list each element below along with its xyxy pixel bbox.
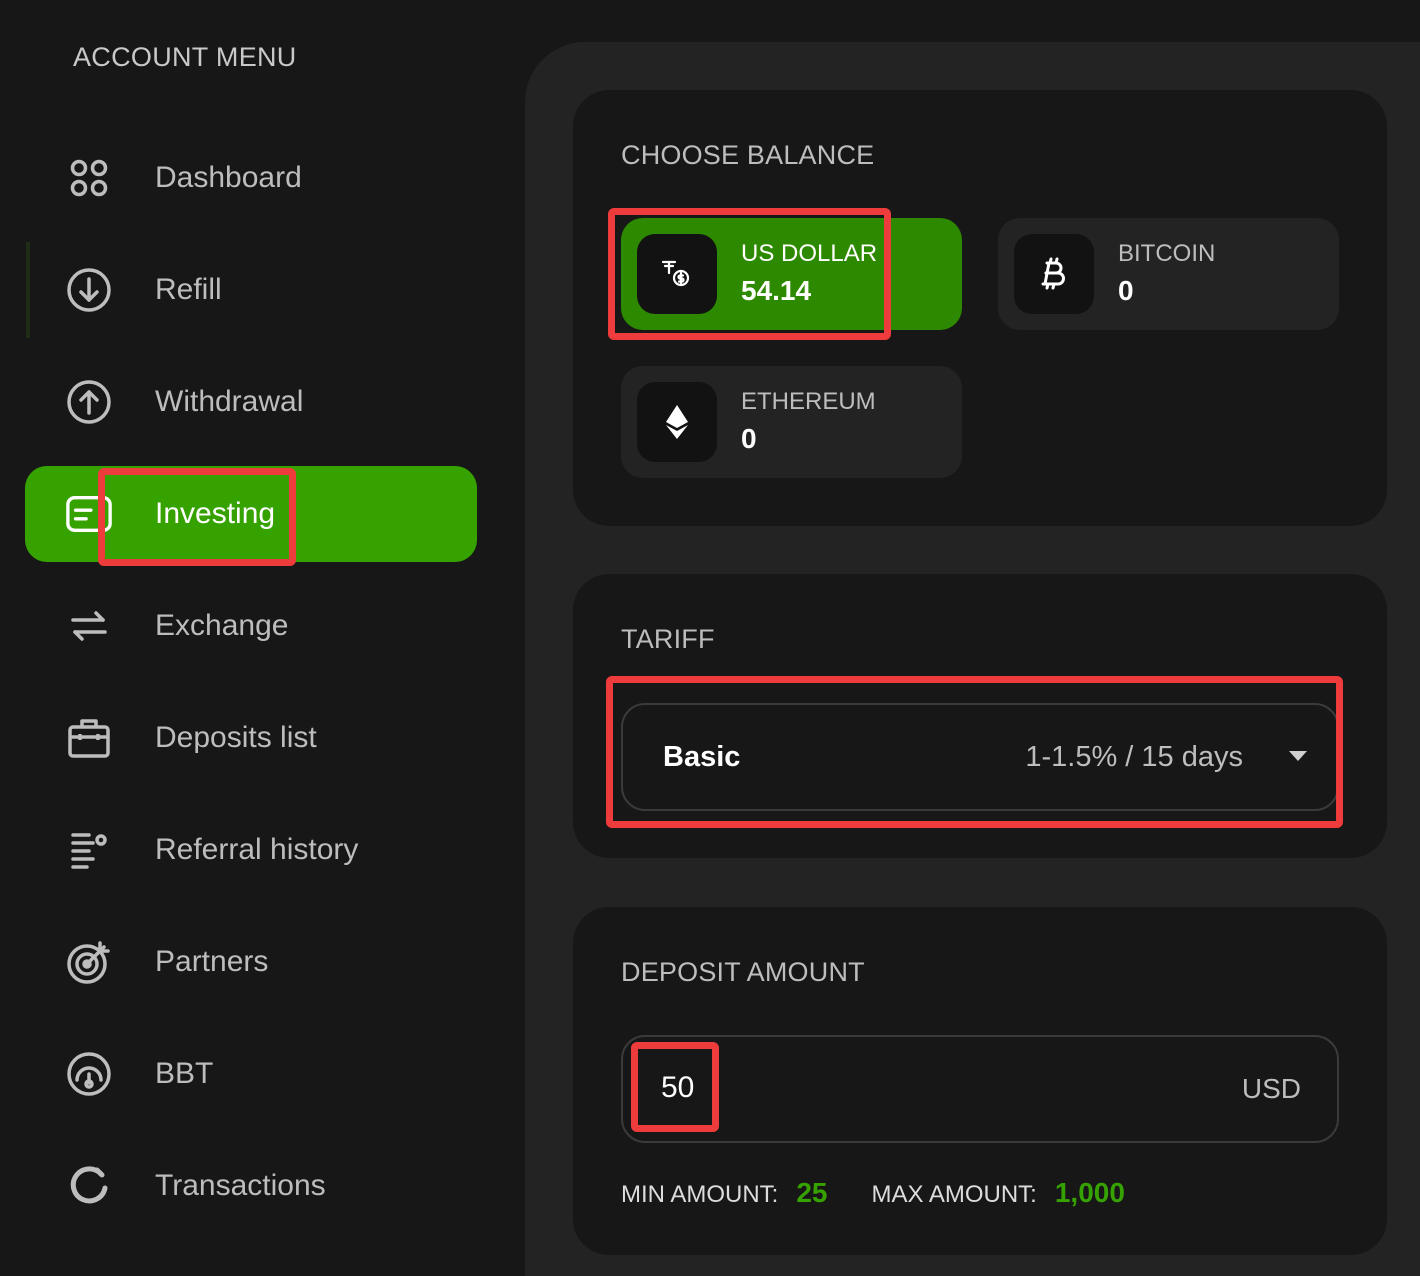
tether-icon [637, 234, 717, 314]
sidebar-item-dashboard[interactable]: Dashboard [25, 130, 477, 226]
sidebar-item-label: Partners [155, 945, 269, 978]
sidebar-item-refill[interactable]: Refill [25, 242, 477, 338]
deposit-amount-card: DEPOSIT AMOUNT USD MIN AMOUNT: 25 MAX AMOU… [573, 907, 1387, 1255]
sidebar-item-label: Exchange [155, 609, 289, 642]
swap-arrows-icon [65, 604, 113, 648]
briefcase-icon [65, 716, 113, 760]
account-sidebar: ACCOUNT MENU Dashboard Refill Withdrawal [0, 0, 525, 1276]
deposit-amount-field: USD [621, 1035, 1339, 1143]
max-amount-value: 1,000 [1054, 1177, 1125, 1208]
account-menu-title: ACCOUNT MENU [73, 42, 297, 72]
deposit-amount-title: DEPOSIT AMOUNT [621, 957, 865, 987]
tariff-selected-rate: 1-1.5% / 15 days [1025, 741, 1243, 773]
sidebar-item-label: BBT [155, 1057, 214, 1090]
choose-balance-card: CHOOSE BALANCE US DOLLAR 54.14 BITCOIN 0… [573, 90, 1387, 526]
balance-option-bitcoin[interactable]: BITCOIN 0 [998, 218, 1339, 330]
bitcoin-icon [1014, 234, 1094, 314]
sidebar-item-label: Referral history [155, 833, 359, 866]
min-amount-label: MIN AMOUNT: [621, 1181, 779, 1208]
arrow-down-circle-icon [65, 268, 113, 312]
arrow-up-circle-icon [65, 380, 113, 424]
tariff-card: TARIFF Basic 1-1.5% / 15 days [573, 574, 1387, 858]
tariff-selected-name: Basic [663, 741, 741, 773]
balance-value: 54.14 [741, 275, 812, 306]
balance-option-us-dollar[interactable]: US DOLLAR 54.14 [621, 218, 962, 330]
list-icon [65, 828, 113, 872]
balance-name: ETHEREUM [741, 388, 876, 415]
sidebar-item-exchange[interactable]: Exchange [25, 578, 477, 674]
choose-balance-title: CHOOSE BALANCE [621, 140, 875, 170]
balance-option-ethereum[interactable]: ETHEREUM 0 [621, 366, 962, 478]
sidebar-item-transactions[interactable]: Transactions [25, 1138, 477, 1234]
balance-name: BITCOIN [1118, 240, 1216, 267]
refresh-icon [65, 1164, 113, 1208]
sidebar-item-partners[interactable]: Partners [25, 914, 477, 1010]
sidebar-item-label: Dashboard [155, 161, 302, 194]
sidebar-item-label: Investing [155, 497, 276, 530]
deposit-amount-input[interactable] [661, 1071, 861, 1105]
chevron-down-icon [1289, 751, 1307, 761]
target-icon [65, 940, 113, 984]
tariff-dropdown[interactable]: Basic 1-1.5% / 15 days [621, 703, 1339, 811]
grid-icon [65, 156, 113, 200]
gauge-icon [65, 1052, 113, 1096]
deposit-limits: MIN AMOUNT: 25 MAX AMOUNT: 1,000 [621, 1177, 1125, 1209]
max-amount-label: MAX AMOUNT: [871, 1181, 1037, 1208]
sidebar-item-investing[interactable]: Investing [25, 466, 477, 562]
sidebar-item-label: Deposits list [155, 721, 317, 754]
balance-value: 0 [1118, 275, 1134, 306]
deposit-currency: USD [1241, 1073, 1301, 1104]
sidebar-item-referral-history[interactable]: Referral history [25, 802, 477, 898]
ethereum-icon [637, 382, 717, 462]
sidebar-item-label: Transactions [155, 1169, 326, 1202]
balance-value: 0 [741, 423, 757, 454]
balance-name: US DOLLAR [741, 240, 878, 267]
sidebar-item-bbt[interactable]: BBT [25, 1026, 477, 1122]
card-icon [65, 492, 113, 536]
sidebar-item-label: Refill [155, 273, 222, 306]
tariff-title: TARIFF [621, 624, 715, 654]
sidebar-item-withdrawal[interactable]: Withdrawal [25, 354, 477, 450]
min-amount-value: 25 [796, 1177, 828, 1208]
sidebar-item-label: Withdrawal [155, 385, 304, 418]
sidebar-item-deposits-list[interactable]: Deposits list [25, 690, 477, 786]
